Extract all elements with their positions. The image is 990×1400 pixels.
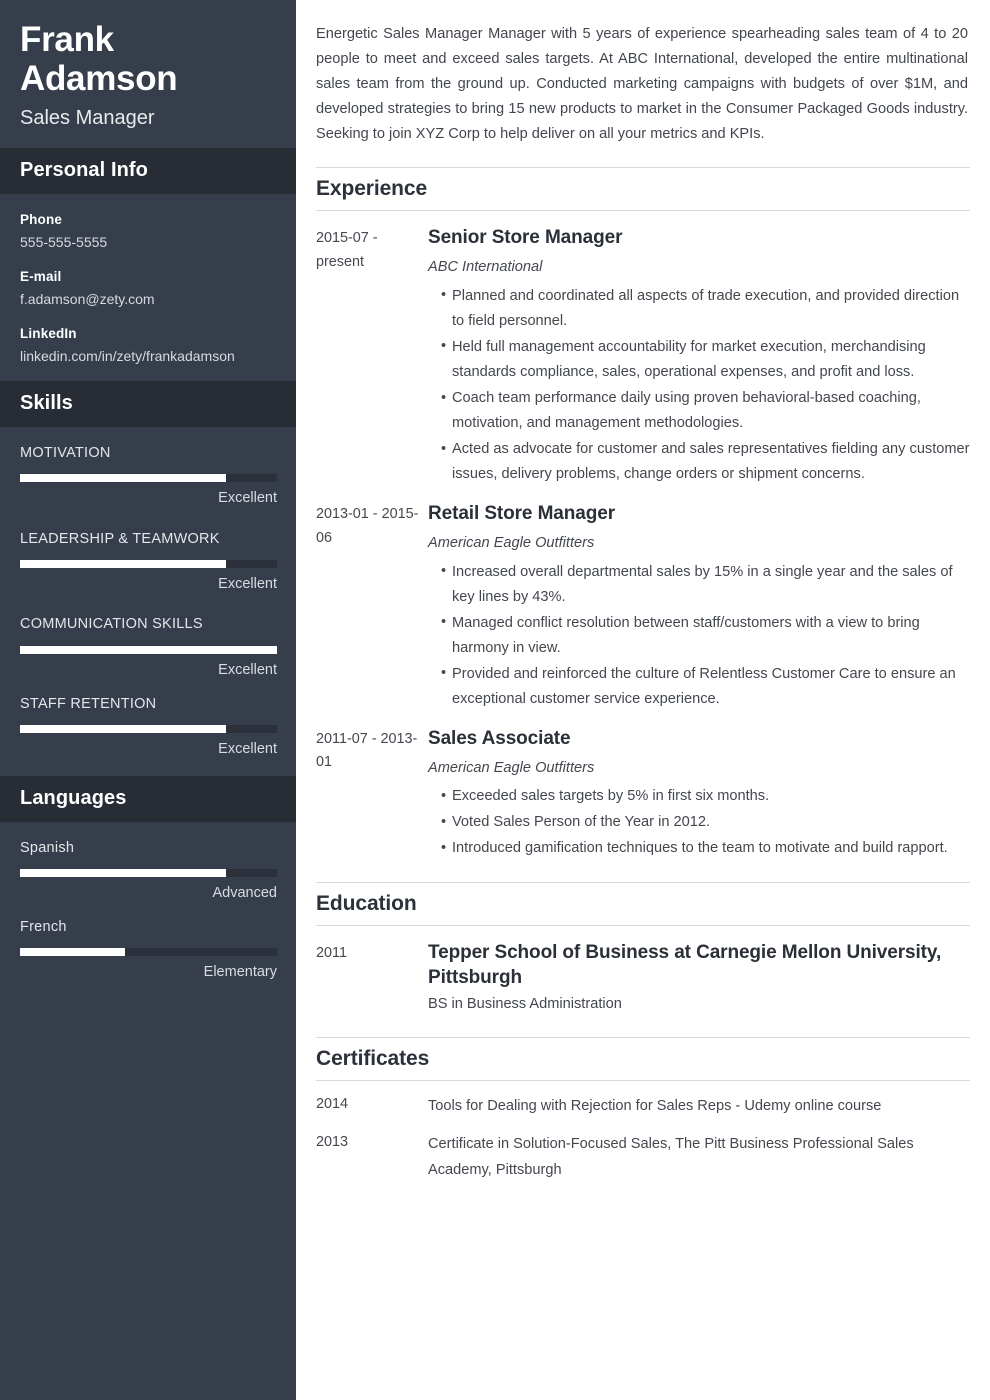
entry-bullet: Voted Sales Person of the Year in 2012.: [441, 810, 970, 835]
experience-entry: 2011-07 - 2013-01 Sales Associate Americ…: [316, 726, 970, 861]
entry-bullet: Coach team performance daily using prove…: [441, 386, 970, 436]
entry-company: ABC International: [428, 259, 543, 276]
identity-block: Frank Adamson Sales Manager: [0, 0, 296, 148]
experience-heading: Experience: [316, 167, 970, 212]
languages-body: Spanish Advanced French Elementary: [0, 822, 296, 999]
skill-level-label: Excellent: [218, 490, 277, 507]
resume-page: Frank Adamson Sales Manager Personal Inf…: [0, 0, 990, 1400]
entry-bullet: Increased overall departmental sales by …: [441, 559, 970, 610]
skill-level-fill: [20, 725, 226, 734]
certificates-heading: Certificates: [316, 1037, 970, 1082]
skill-name: STAFF RETENTION: [20, 695, 157, 712]
skill-level-bar: [20, 725, 277, 734]
skill-level-label: Excellent: [218, 661, 277, 678]
entry-bullet: Introduced gamification techniques to th…: [441, 836, 970, 861]
contact-value-phone[interactable]: 555-555-5555: [20, 232, 277, 254]
experience-entry: 2015-07 - present Senior Store Manager A…: [316, 225, 970, 487]
language-item: French Elementary: [20, 917, 277, 983]
personal-info-body: Phone 555-555-5555 E-mail f.adamson@zety…: [0, 194, 296, 381]
main-content: Energetic Sales Manager Manager with 5 y…: [296, 0, 990, 1400]
entry-bullet-list: Planned and coordinated all aspects of t…: [428, 283, 970, 488]
contact-value-linkedin[interactable]: linkedin.com/in/zety/frankadamson: [20, 346, 277, 368]
skill-item: MOTIVATION Excellent: [20, 443, 277, 509]
language-name: French: [20, 919, 67, 936]
entry-job-title: Retail Store Manager: [428, 503, 615, 525]
entry-body: Senior Store Manager ABC International P…: [428, 225, 970, 487]
contact-item-email: E-mail f.adamson@zety.com: [20, 267, 277, 310]
skill-name: LEADERSHIP & TEAMWORK: [20, 530, 220, 547]
language-level-fill: [20, 948, 126, 957]
skill-level-fill: [20, 645, 277, 654]
contact-item-phone: Phone 555-555-5555: [20, 210, 277, 253]
skills-heading: Skills: [0, 381, 296, 428]
skill-level-bar: [20, 474, 277, 483]
personal-info-heading: Personal Info: [0, 148, 296, 195]
entry-date: 2014: [316, 1096, 349, 1113]
certificates-section: Certificates 2014 Tools for Dealing with…: [316, 1037, 970, 1182]
entry-date: 2011-07 - 2013-01: [316, 731, 418, 771]
skill-item: LEADERSHIP & TEAMWORK Excellent: [20, 529, 277, 595]
entry-job-title: Senior Store Manager: [428, 227, 623, 249]
entry-body: Retail Store Manager American Eagle Outf…: [428, 501, 970, 712]
entry-body: Sales Associate American Eagle Outfitter…: [428, 726, 970, 861]
entry-school-name: Tepper School of Business at Carnegie Me…: [428, 941, 942, 989]
entry-bullet: Held full management accountability for …: [441, 334, 970, 385]
certificate-entry: 2014 Tools for Dealing with Rejection fo…: [316, 1093, 970, 1119]
language-level-fill: [20, 868, 226, 877]
entry-bullet: Acted as advocate for customer and sales…: [441, 437, 970, 487]
skill-level-label: Excellent: [218, 741, 277, 758]
experience-entry: 2013-01 - 2015-06 Retail Store Manager A…: [316, 501, 970, 712]
skill-item: COMMUNICATION SKILLS Excellent: [20, 614, 277, 680]
professional-summary: Energetic Sales Manager Manager with 5 y…: [316, 26, 968, 143]
certificate-text: Tools for Dealing with Rejection for Sal…: [428, 1098, 882, 1115]
entry-job-title: Sales Associate: [428, 728, 571, 750]
experience-section: Experience 2015-07 - present Senior Stor…: [316, 167, 970, 861]
language-level-label: Elementary: [203, 964, 277, 981]
certificate-entry: 2013 Certificate in Solution-Focused Sal…: [316, 1131, 970, 1182]
entry-date: 2013: [316, 1134, 349, 1151]
skill-name: COMMUNICATION SKILLS: [20, 616, 203, 633]
entry-body: Tools for Dealing with Rejection for Sal…: [428, 1093, 970, 1119]
entry-body: Certificate in Solution-Focused Sales, T…: [428, 1131, 970, 1182]
language-level-label: Advanced: [212, 884, 278, 901]
skill-level-bar: [20, 560, 277, 569]
entry-bullet-list: Exceeded sales targets by 5% in first si…: [428, 784, 970, 861]
skills-body: MOTIVATION Excellent LEADERSHIP & TEAMWO…: [0, 427, 296, 775]
skill-level-fill: [20, 560, 226, 569]
entry-body: Tepper School of Business at Carnegie Me…: [428, 940, 970, 1018]
skill-name: MOTIVATION: [20, 445, 111, 462]
skill-level-bar: [20, 645, 277, 654]
entry-bullet: Planned and coordinated all aspects of t…: [441, 283, 970, 334]
languages-heading: Languages: [0, 775, 296, 822]
skill-level-fill: [20, 474, 226, 483]
contact-label: Phone: [20, 212, 63, 228]
contact-label: LinkedIn: [20, 326, 77, 342]
language-level-bar: [20, 948, 277, 957]
skill-level-label: Excellent: [218, 576, 277, 593]
candidate-job-title: Sales Manager: [20, 107, 155, 130]
entry-date: 2013-01 - 2015-06: [316, 506, 419, 546]
language-name: Spanish: [20, 839, 75, 856]
education-section: Education 2011 Tepper School of Business…: [316, 881, 970, 1018]
entry-degree: BS in Business Administration: [428, 996, 622, 1013]
entry-company: American Eagle Outfitters: [428, 535, 595, 552]
skill-item: STAFF RETENTION Excellent: [20, 694, 277, 760]
language-level-bar: [20, 868, 277, 877]
contact-label: E-mail: [20, 269, 62, 285]
entry-bullet: Managed conflict resolution between staf…: [441, 610, 970, 661]
contact-item-linkedin: LinkedIn linkedin.com/in/zety/frankadams…: [20, 324, 277, 367]
language-item: Spanish Advanced: [20, 838, 277, 904]
entry-date: 2015-07 - present: [316, 230, 378, 270]
contact-value-email[interactable]: f.adamson@zety.com: [20, 289, 277, 311]
entry-date: 2011: [316, 944, 347, 961]
education-heading: Education: [316, 881, 970, 926]
entry-bullet-list: Increased overall departmental sales by …: [428, 559, 970, 713]
sidebar: Frank Adamson Sales Manager Personal Inf…: [0, 0, 296, 1400]
candidate-name: Frank Adamson: [20, 20, 178, 99]
entry-bullet: Exceeded sales targets by 5% in first si…: [441, 784, 970, 809]
entry-company: American Eagle Outfitters: [428, 759, 595, 776]
certificate-text: Certificate in Solution-Focused Sales, T…: [428, 1136, 914, 1178]
entry-bullet: Provided and reinforced the culture of R…: [441, 661, 970, 712]
education-entry: 2011 Tepper School of Business at Carneg…: [316, 940, 970, 1018]
